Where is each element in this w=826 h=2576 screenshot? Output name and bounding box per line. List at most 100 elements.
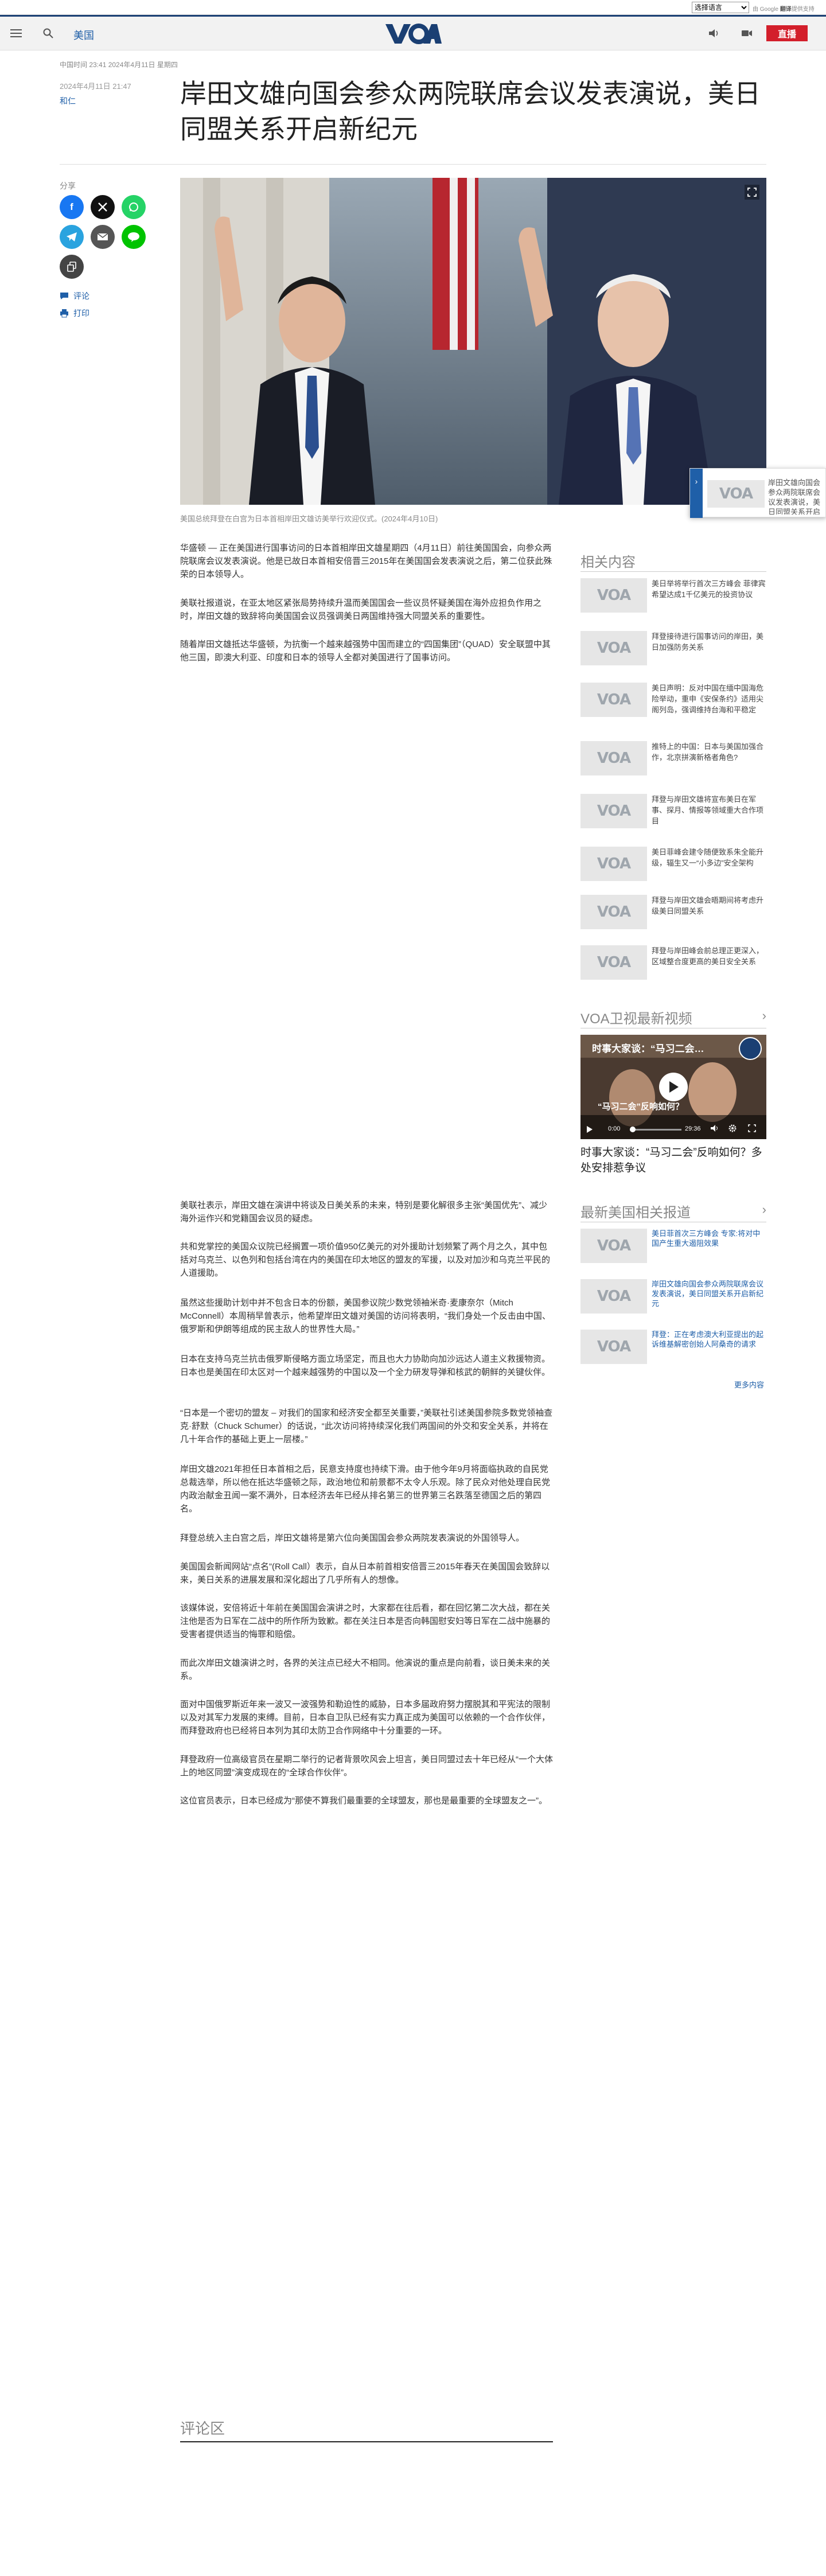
video-big-text: “马习二会”反响如何？ <box>598 1102 684 1112</box>
article-paragraph: 虽然这些援助计划中并不包含日本的份额，美国参议院少数党领袖米奇·麦康奈尔（Mit… <box>180 1298 551 1334</box>
fullscreen-icon[interactable] <box>745 185 759 200</box>
telegram-share-icon[interactable] <box>60 225 84 249</box>
related-item-title: 美日声明：反对中国在缅中国海危险举动，重申《安保条约》适用尖阁列岛，强调维持台海… <box>652 684 764 714</box>
play-icon[interactable] <box>659 1073 688 1101</box>
video-total-time: 29:36 <box>685 1125 701 1132</box>
related-item[interactable]: VOA 美日声明：反对中国在缅中国海危险举动，重申《安保条约》适用尖阁列岛，强调维… <box>580 683 766 717</box>
related-item[interactable]: VOA 拜登与岸田文雄会晤期间将考虑升级美日同盟关系 <box>580 895 766 929</box>
comment-link[interactable]: 评论 <box>60 290 89 302</box>
facebook-share-icon[interactable]: f <box>60 195 84 219</box>
related-item[interactable]: VOA 拜登接待进行国事访问的岸田，美日加强防务关系 <box>580 631 766 665</box>
related-item-title: 拜登与岸田峰会前总理正更深入，区域整合度更高的美日安全关系 <box>652 946 764 966</box>
latest-news-item[interactable]: VOA 美日菲首次三方峰会 专家:将对中国产生重大遏阻效果 <box>580 1229 766 1263</box>
related-item-title: 拜登与岸田文雄将宣布美日在军事、探月、情报等领域重大合作项目 <box>652 795 764 825</box>
share-label: 分享 <box>60 181 76 190</box>
hero-photo[interactable] <box>180 178 766 505</box>
thumbnail: VOA <box>580 847 647 881</box>
audio-icon[interactable] <box>707 26 720 40</box>
article-paragraph: 拜登政府一位高级官员在星期二举行的记者背景吹风会上坦言，美日同盟过去十年已经从“… <box>180 1755 553 1778</box>
menu-icon[interactable] <box>9 26 23 40</box>
latest-news-heading[interactable]: 最新美国相关报道 › <box>580 1201 766 1221</box>
thumbnail: VOA <box>580 683 647 717</box>
comment-icon <box>60 293 68 299</box>
article-paragraph: 华盛顿 — 正在美国进行国事访问的日本首相岸田文雄星期四（4月11日）前往美国国… <box>180 543 552 579</box>
video-progress[interactable] <box>630 1129 681 1131</box>
comment-label: 评论 <box>73 291 89 301</box>
title-divider <box>60 164 766 165</box>
article-paragraph: 拜登总统入主白宫之后，岸田文雄将是第六位向美国国会参众两院发表演说的外国领导人。 <box>180 1533 525 1543</box>
section-link[interactable]: 美国 <box>73 28 94 42</box>
chevron-right-icon[interactable]: › <box>690 469 703 518</box>
article-paragraph: 美联社表示，岸田文雄在演讲中将谈及日美关系的未来，特别是要化解很多主张“美国优先… <box>180 1201 547 1223</box>
search-icon[interactable] <box>41 26 55 40</box>
live-button[interactable]: 直播 <box>766 25 808 41</box>
article-paragraph: 美联社报道说，在亚太地区紧张局势持续升温而美国国会一些议员怀疑美国在海外应担负作… <box>180 598 542 621</box>
settings-gear-icon[interactable] <box>728 1124 737 1135</box>
related-item-title: 推特上的中国：日本与美国加强合作，北京拼演新格者角色? <box>652 742 764 762</box>
translate-bar: 选择语言 由 Google 翻译提供支持 <box>0 0 826 15</box>
article-paragraph: 岸田文雄2021年担任日本首相之后，民意支持度也持续下滑。由于他今年9月将面临执… <box>180 1464 551 1514</box>
related-item-title: 拜登接待进行国事访问的岸田，美日加强防务关系 <box>652 632 764 652</box>
photo-caption: 美国总统拜登在白宫为日本首相岸田文雄访美举行欢迎仪式。(2024年4月10日) <box>180 515 438 523</box>
video-player[interactable]: 时事大家谈：“马习二会… “马习二会”反响如何？ 0:00 29:36 <box>580 1035 766 1139</box>
powered-by-google[interactable]: 由 Google 翻译提供支持 <box>753 4 815 13</box>
article-paragraph: 美国国会新闻网站“点名”(Roll Call）表示，自从日本前首相安倍晋三201… <box>180 1562 550 1585</box>
voa-placeholder-logo: VOA <box>719 485 753 502</box>
comments-heading: 评论区 <box>180 2420 225 2437</box>
thumbnail: VOA <box>580 1330 647 1364</box>
volume-icon[interactable] <box>710 1124 719 1135</box>
article-paragraph: “日本是一个密切的盟友 – 对我们的国家和经济安全都至关重要，”美联社引述美国参… <box>180 1408 553 1444</box>
latest-news-item[interactable]: VOA 岸田文雄向国会参众两院联席会议发表演说，美日同盟关系开启新纪元 <box>580 1279 766 1314</box>
thumbnail: VOA <box>580 631 647 665</box>
sticky-article-card[interactable]: › VOA 岸田文雄向国会参众两院联席会议发表演说，美日同盟关系开启新纪元 <box>689 468 826 518</box>
article-paragraph: 共和党掌控的美国众议院已经搁置一项价值950亿美元的对外援助计划频繁了两个月之久… <box>180 1242 551 1278</box>
related-item[interactable]: VOA 拜登与岸田文雄将宣布美日在军事、探月、情报等领域重大合作项目 <box>580 794 766 828</box>
thumbnail: VOA <box>580 945 647 980</box>
article-paragraph: 面对中国俄罗斯近年来一波又一波强势和勒迫性的威胁，日本多届政府努力摆脱其和平宪法… <box>180 1700 551 1736</box>
video-caption[interactable]: 时事大家谈：“马习二会”反响如何？多处安排惹争议 <box>580 1145 766 1176</box>
copy-link-icon[interactable] <box>60 255 84 279</box>
related-item[interactable]: VOA 拜登与岸田峰会前总理正更深入，区域整合度更高的美日安全关系 <box>580 945 766 980</box>
related-item[interactable]: VOA 推特上的中国：日本与美国加强合作，北京拼演新格者角色? <box>580 741 766 775</box>
thumbnail: VOA <box>580 794 647 828</box>
page-title: 岸田文雄向国会参众两院联席会议发表演说，美日同盟关系开启新纪元 <box>180 79 761 144</box>
video-overlay-title: 时事大家谈：“马习二会… <box>592 1043 704 1054</box>
article-paragraph: 这位官员表示，日本已经成为“那使不算我们最重要的全球盟友，那也是最重要的全球盟友… <box>180 1796 547 1806</box>
thumbnail: VOA <box>580 741 647 775</box>
thumbnail: VOA <box>580 578 647 613</box>
related-item[interactable]: VOA 美日菲峰会建令随便致系朱全能升级，辐生又一“小多边”安全架构 <box>580 847 766 881</box>
whatsapp-share-icon[interactable] <box>122 195 146 219</box>
author-link[interactable]: 和仁 <box>60 95 76 107</box>
line-share-icon[interactable] <box>122 225 146 249</box>
thumbnail: VOA <box>580 1229 647 1263</box>
latest-news-item[interactable]: VOA 拜登：正在考虑澳大利亚提出的起诉维基解密创始人阿桑奇的请求 <box>580 1330 766 1364</box>
timestamp-bar: 中国时间 23:41 2024年4月11日 星期四 <box>60 61 178 69</box>
sticky-article-title: 岸田文雄向国会参众两院联席会议发表演说，美日同盟关系开启新纪元 <box>768 478 821 515</box>
related-item-title: 拜登与岸田文雄会晤期间将考虑升级美日同盟关系 <box>652 896 764 915</box>
print-link[interactable]: 打印 <box>60 307 89 319</box>
email-share-icon[interactable] <box>91 225 115 249</box>
publish-date: 2024年4月11日 21:47 <box>60 82 131 91</box>
article-paragraph: 而此次岸田文雄演讲之时，各界的关注点已经大不相同。他演说的重点是向前看，谈日美未… <box>180 1658 551 1681</box>
more-news-link[interactable]: 更多内容 <box>734 1379 764 1390</box>
related-heading: 相关内容 <box>580 555 636 570</box>
chevron-right-icon: › <box>762 1202 766 1217</box>
video-camera-icon[interactable] <box>740 26 754 40</box>
print-icon <box>60 309 68 318</box>
news-item-title: 岸田文雄向国会参众两院联席会议发表演说，美日同盟关系开启新纪元 <box>652 1280 764 1308</box>
related-item-title: 美日菲峰会建令随便致系朱全能升级，辐生又一“小多边”安全架构 <box>652 848 764 867</box>
x-share-icon[interactable] <box>91 195 115 219</box>
related-divider <box>580 571 766 572</box>
header-accent-line <box>0 15 826 17</box>
language-select[interactable]: 选择语言 <box>692 2 749 13</box>
video-scrubber[interactable] <box>630 1127 636 1132</box>
article-paragraph: 该媒体说，安倍将近十年前在美国国会演讲之时，大家都在往后看，都在回忆第二次大战，… <box>180 1603 551 1639</box>
site-header: 美国 直播 <box>0 15 826 50</box>
fullscreen-icon[interactable] <box>748 1124 756 1135</box>
video-section-heading[interactable]: VOA卫视最新视频 › <box>580 1007 766 1027</box>
play-small-icon[interactable] <box>586 1125 594 1133</box>
chevron-right-icon: › <box>762 1008 766 1023</box>
voa-logo[interactable] <box>384 22 442 45</box>
news-item-title: 拜登：正在考虑澳大利亚提出的起诉维基解密创始人阿桑奇的请求 <box>652 1330 764 1349</box>
related-item[interactable]: VOA 美日举将举行首次三方峰会 菲律宾希望达成1千亿美元的投资协议 <box>580 578 766 613</box>
